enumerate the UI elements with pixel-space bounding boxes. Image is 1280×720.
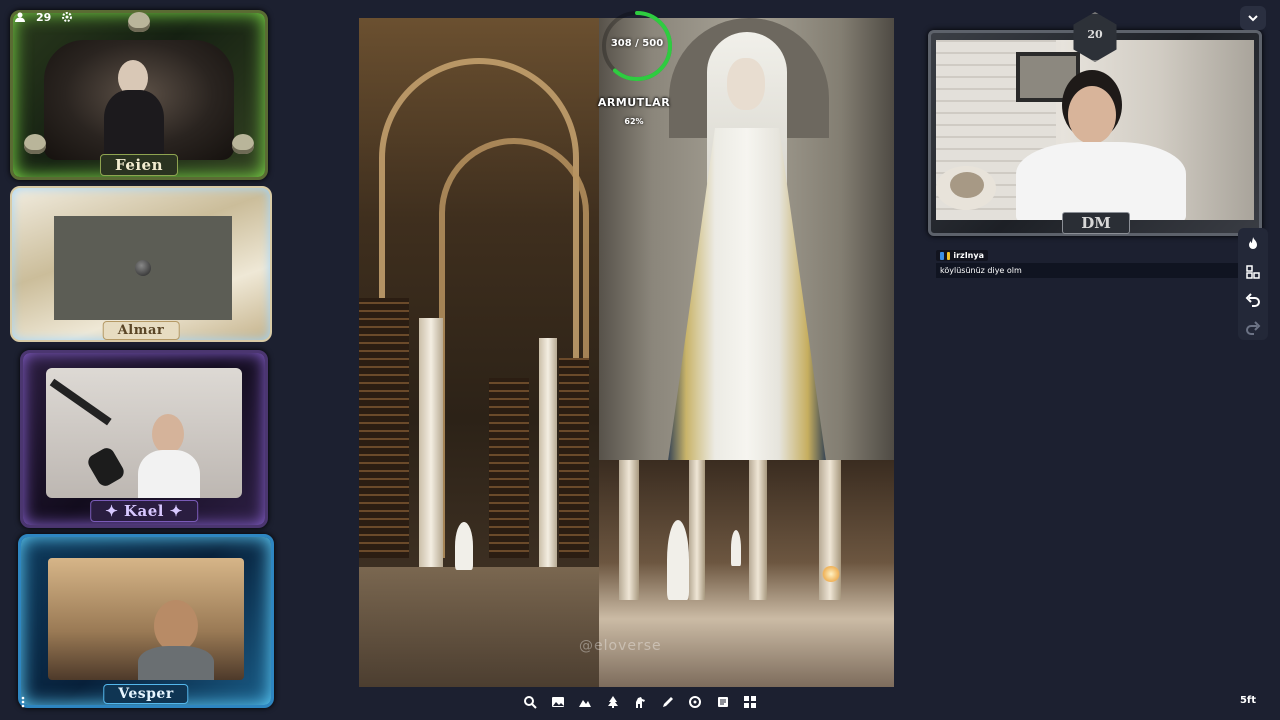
measure-button[interactable] (685, 692, 705, 712)
top-left-toolbar: 29 (14, 8, 73, 26)
token-name: ARMUTLAR (597, 96, 671, 109)
player-video-off (54, 216, 232, 320)
microphone-icon (85, 445, 127, 489)
chat-message: köylüsünüz diye olm (936, 263, 1240, 278)
apps-icon (744, 696, 756, 708)
main-menu-button[interactable] (16, 692, 30, 712)
mountain-icon (579, 700, 591, 707)
skull-ornament-icon (24, 134, 46, 154)
player-name: ✦ Kael ✦ (90, 500, 198, 522)
pen-icon (662, 697, 673, 707)
player-video (44, 40, 234, 160)
bottom-toolbar (514, 689, 766, 715)
note-button[interactable] (713, 692, 733, 712)
chevron-down-icon (1248, 15, 1258, 22)
fog-tool-button[interactable] (1242, 234, 1264, 254)
right-toolbar (1238, 228, 1268, 340)
horse-icon (636, 697, 645, 708)
image-icon (551, 697, 564, 707)
player-name: Almar (102, 321, 180, 340)
player-frame-vesper[interactable]: Vesper (18, 534, 274, 708)
image-button[interactable] (548, 692, 568, 712)
camera-off-icon (135, 260, 151, 276)
player-frame-kael[interactable]: ✦ Kael ✦ (20, 350, 268, 528)
player-video (46, 368, 242, 498)
search-button[interactable] (520, 692, 540, 712)
chat-username: irzInya (953, 251, 984, 260)
more-vertical-icon (21, 696, 25, 708)
player-video (48, 558, 244, 680)
dm-video (936, 40, 1254, 220)
refresh-icon (689, 696, 701, 708)
user-icon[interactable] (14, 11, 26, 23)
terrain-button[interactable] (575, 692, 595, 712)
prop-button[interactable] (603, 692, 623, 712)
chat-overlay: irzInya köylüsünüz diye olm (936, 250, 1240, 278)
player-count: 29 (36, 10, 52, 24)
grid-tool-button[interactable] (1242, 262, 1264, 282)
draw-button[interactable] (658, 692, 678, 712)
player-frame-feien[interactable]: Feien (10, 10, 268, 180)
skull-ornament-icon (128, 12, 150, 32)
grid-scale-button[interactable]: 5ft (1228, 690, 1268, 712)
player-name: Feien (99, 154, 179, 176)
undo-icon (1245, 293, 1260, 307)
undo-button[interactable] (1242, 290, 1264, 310)
creature-button[interactable] (630, 692, 650, 712)
note-icon (717, 697, 728, 707)
fire-icon (1249, 237, 1257, 249)
hp-value: 308 / 500 (610, 38, 664, 49)
chat-user: irzInya (936, 250, 988, 261)
virtual-tabletop: 29 Feien Almar ✦ Kael ✦ Vesper @eloverse… (0, 0, 1280, 720)
grid-icon (1246, 265, 1260, 279)
d20-value: 20 (1087, 28, 1103, 41)
map-background-hall (359, 18, 599, 687)
settings-icon[interactable] (61, 11, 73, 23)
badge-icon (940, 251, 944, 260)
map-watermark: @eloverse (579, 638, 662, 654)
collapse-button[interactable] (1240, 6, 1266, 30)
player-name: Vesper (103, 684, 189, 704)
token-hp-ring[interactable]: 308 / 500 (602, 4, 680, 88)
extensions-button[interactable] (740, 692, 760, 712)
player-frame-almar[interactable]: Almar (10, 186, 272, 342)
dm-nameplate: DM (1062, 212, 1130, 234)
redo-button[interactable] (1242, 318, 1264, 338)
search-icon (524, 696, 537, 709)
badge-icon (946, 251, 951, 260)
redo-icon (1246, 321, 1261, 335)
mic-arm (49, 378, 112, 426)
tree-icon (607, 696, 618, 708)
skull-ornament-icon (232, 134, 254, 154)
token-percent: 62% (624, 117, 644, 126)
